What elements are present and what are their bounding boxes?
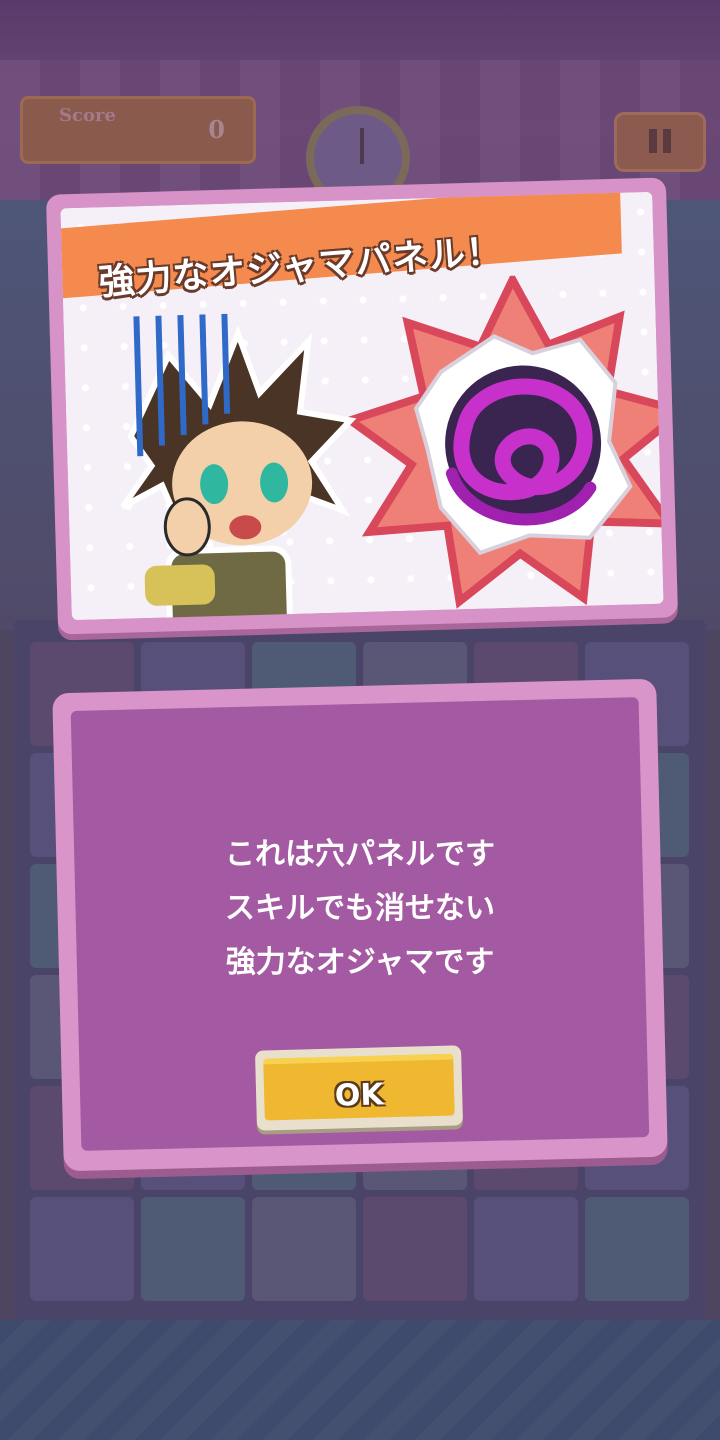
ok-button-label: OK (334, 1077, 385, 1114)
ok-button[interactable]: OK (254, 1045, 464, 1131)
message-text: これは穴パネルです スキルでも消せない 強力なオジャマです (0, 828, 720, 990)
board-tile (474, 1197, 578, 1301)
board-tile (141, 1197, 245, 1301)
pause-button[interactable] (614, 112, 706, 172)
message-line: 強力なオジャマです (225, 945, 495, 980)
board-tile (585, 1197, 689, 1301)
scared-character-illustration (120, 313, 357, 621)
score-value: 0 (208, 115, 225, 144)
stage-floor (0, 1320, 720, 1440)
character-scarf (144, 564, 216, 606)
board-tile (252, 1197, 356, 1301)
board-tile (363, 1197, 467, 1301)
info-card-panel: 強力なオジャマパネル！ (60, 191, 664, 621)
pause-icon-bar-right (663, 129, 671, 153)
character-hand (163, 497, 211, 557)
info-card: 強力なオジャマパネル！ (45, 177, 679, 635)
ok-button-face: OK (263, 1053, 455, 1121)
score-label: Score (59, 105, 116, 126)
board-tile (30, 1197, 134, 1301)
hole-panel-illustration (342, 271, 664, 609)
score-banner: Score 0 (20, 96, 256, 164)
message-line: これは穴パネルです (225, 837, 495, 872)
message-line: スキルでも消せない (225, 891, 495, 926)
pause-icon-bar-left (649, 129, 657, 153)
